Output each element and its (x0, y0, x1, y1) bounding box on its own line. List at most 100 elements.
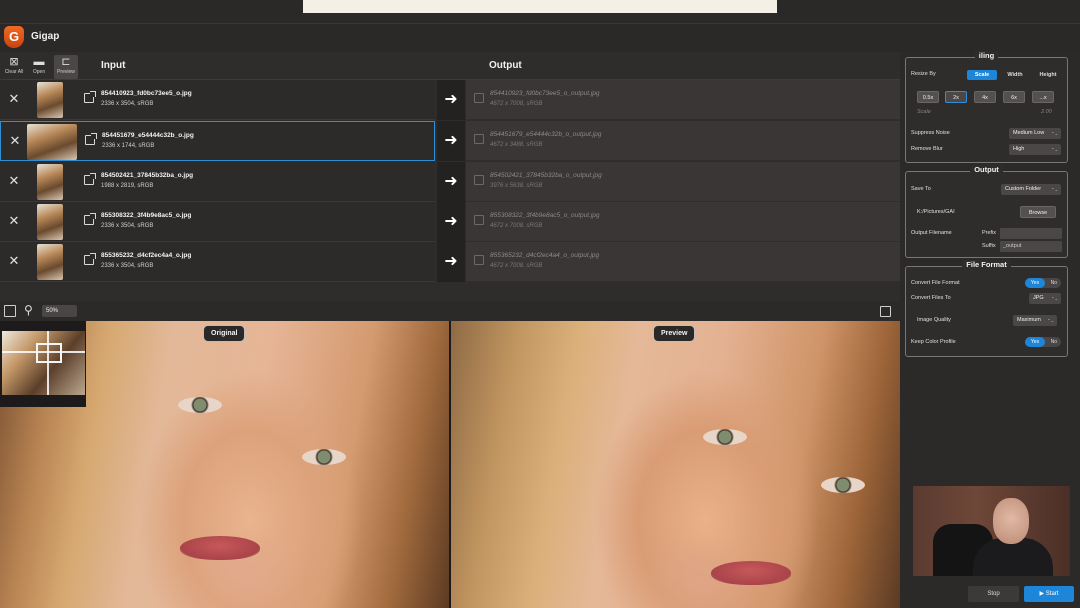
preview-icon: ⊏ (61, 56, 71, 68)
open-button[interactable]: ▬ Open (27, 55, 51, 79)
preview-image (451, 321, 900, 608)
mode-height[interactable]: Height (1033, 70, 1063, 80)
open-output-icon (474, 134, 484, 144)
input-filename: 855365232_d4cf2ec4a4_o.jpg (101, 252, 192, 259)
output-group-title: Output (970, 165, 1003, 174)
table-row[interactable]: ✕ 854502421_37845b32ba_o.jpg 1988 x 2819… (0, 162, 900, 202)
resize-group-title: iling (974, 51, 999, 60)
preview-toolbar: ⚲ 50% (0, 302, 900, 321)
suppress-noise-label: Suppress Noise (911, 130, 950, 136)
scale-label: Scale (917, 109, 931, 115)
scale-custom-button[interactable]: ...x (1032, 91, 1054, 103)
file-thumbnail (37, 164, 63, 200)
suppress-noise-select[interactable]: Medium Low (1009, 128, 1061, 139)
preview-image-pane[interactable]: Preview (451, 321, 900, 608)
mode-width[interactable]: Width (1001, 70, 1029, 80)
input-cell[interactable]: ✕ 854451679_e54444c32b_o.jpg 2336 x 1744… (0, 121, 435, 161)
arrow-right-icon: ➜ (437, 202, 465, 242)
file-thumbnail (37, 244, 63, 280)
input-dimensions: 2336 x 3504, sRGB (101, 223, 154, 229)
table-row-selected[interactable]: ✕ 854451679_e54444c32b_o.jpg 2336 x 1744… (0, 121, 900, 161)
table-row[interactable]: ✕ 855308322_3f4b9e8ac5_o.jpg 2336 x 3504… (0, 202, 900, 242)
output-filename: 854451679_e54444c32b_o_output.jpg (490, 131, 602, 138)
file-thumbnail (37, 82, 63, 118)
app-name: Gigap (31, 31, 60, 42)
input-filename: 854502421_37845b32ba_o.jpg (101, 172, 194, 179)
navigator-viewport[interactable] (36, 343, 62, 363)
clear-all-button[interactable]: ⊠ Clear All (2, 55, 26, 79)
clear-icon: ⊠ (9, 56, 19, 68)
open-output-icon (474, 175, 484, 185)
title-bar: G Gigap (0, 0, 1080, 52)
save-to-select[interactable]: Custom Folder (1001, 184, 1061, 195)
file-thumbnail (27, 124, 77, 160)
input-cell[interactable]: ✕ 854410923_fd0bc73ee5_o.jpg 2336 x 3504… (0, 80, 435, 120)
input-column-header: Input (101, 60, 126, 71)
output-dimensions: 4672 x 7008, sRGB (490, 263, 543, 269)
output-filename: 855365232_d4cf2ec4a4_o_output.jpg (490, 252, 600, 259)
file-list-pane: ⊠ Clear All ▬ Open ⊏ Preview Input Outpu… (0, 52, 900, 302)
zoom-icon[interactable]: ⚲ (24, 303, 33, 317)
image-quality-select[interactable]: Maximum (1013, 315, 1057, 326)
output-dimensions: 4672 x 3488, sRGB (490, 142, 543, 148)
collapse-icon[interactable] (880, 306, 891, 317)
table-row[interactable]: ✕ 855365232_d4cf2ec4a4_o.jpg 2336 x 3504… (0, 242, 900, 282)
title-strip (303, 0, 777, 13)
suffix-label: Suffix (982, 243, 996, 249)
output-filename: 854502421_37845b32ba_o_output.jpg (490, 172, 602, 179)
file-format-group-title: File Format (962, 260, 1011, 269)
input-dimensions: 2336 x 1744, sRGB (102, 143, 155, 149)
suffix-input[interactable]: _output (1000, 241, 1062, 252)
output-dimensions: 4672 x 7008, sRGB (490, 223, 543, 229)
input-dimensions: 2336 x 3504, sRGB (101, 263, 154, 269)
table-row[interactable]: ✕ 854410923_fd0bc73ee5_o.jpg 2336 x 3504… (0, 80, 900, 120)
remove-blur-select[interactable]: High (1009, 144, 1061, 155)
prefix-input[interactable] (1000, 228, 1062, 239)
input-cell[interactable]: ✕ 854502421_37845b32ba_o.jpg 1988 x 2819… (0, 162, 435, 202)
output-cell: 854451679_e54444c32b_o_output.jpg 4672 x… (466, 121, 900, 161)
input-dimensions: 1988 x 2819, sRGB (101, 183, 154, 189)
open-external-icon[interactable] (84, 91, 96, 103)
open-external-icon[interactable] (84, 253, 96, 265)
open-output-icon (474, 255, 484, 265)
convert-format-toggle[interactable]: Yes No (1025, 278, 1061, 288)
mode-scale[interactable]: Scale (967, 70, 997, 80)
output-group: Output Save To Custom Folder K:/Pictures… (905, 165, 1068, 258)
arrow-right-icon: ➜ (437, 242, 465, 282)
scale-0-5x-button[interactable]: 0.5x (917, 91, 939, 103)
scale-2x-button[interactable]: 2x (945, 91, 967, 103)
open-external-icon[interactable] (84, 213, 96, 225)
convert-to-label: Convert Files To (911, 295, 951, 301)
input-cell[interactable]: ✕ 855308322_3f4b9e8ac5_o.jpg 2336 x 3504… (0, 202, 435, 242)
open-external-icon[interactable] (85, 133, 97, 145)
remove-file-button[interactable]: ✕ (7, 254, 21, 268)
output-dimensions: 3976 x 5638, sRGB (490, 183, 543, 189)
arrow-right-icon: ➜ (437, 162, 465, 202)
open-external-icon[interactable] (84, 173, 96, 185)
remove-file-button[interactable]: ✕ (7, 214, 21, 228)
preview-button[interactable]: ⊏ Preview (54, 55, 78, 79)
zoom-select[interactable]: 50% (42, 305, 77, 317)
split-view-icon[interactable] (4, 305, 16, 317)
stop-button[interactable]: Stop (968, 586, 1019, 602)
output-filename: 855308322_3f4b9e8ac5_o_output.jpg (490, 212, 600, 219)
keep-color-profile-toggle[interactable]: Yes No (1025, 337, 1061, 347)
output-cell: 855308322_3f4b9e8ac5_o_output.jpg 4672 x… (466, 202, 900, 242)
input-cell[interactable]: ✕ 855365232_d4cf2ec4a4_o.jpg 2336 x 3504… (0, 242, 435, 282)
convert-to-select[interactable]: JPG (1029, 293, 1061, 304)
remove-file-button[interactable]: ✕ (7, 92, 21, 106)
scale-6x-button[interactable]: 6x (1003, 91, 1025, 103)
navigator-thumbnail[interactable] (0, 321, 86, 407)
browse-button[interactable]: Browse (1020, 206, 1056, 218)
scale-value[interactable]: 2.00 (1041, 109, 1052, 115)
original-label: Original (203, 325, 246, 342)
start-button[interactable]: ▶ Start (1024, 586, 1074, 602)
remove-file-button[interactable]: ✕ (8, 134, 22, 148)
convert-format-label: Convert File Format (911, 280, 960, 286)
remove-file-button[interactable]: ✕ (7, 174, 21, 188)
output-filename: 854410923_fd0bc73ee5_o_output.jpg (490, 90, 600, 97)
arrow-right-icon: ➜ (437, 121, 465, 161)
scale-4x-button[interactable]: 4x (974, 91, 996, 103)
open-output-icon (474, 215, 484, 225)
folder-icon: ▬ (33, 56, 45, 68)
